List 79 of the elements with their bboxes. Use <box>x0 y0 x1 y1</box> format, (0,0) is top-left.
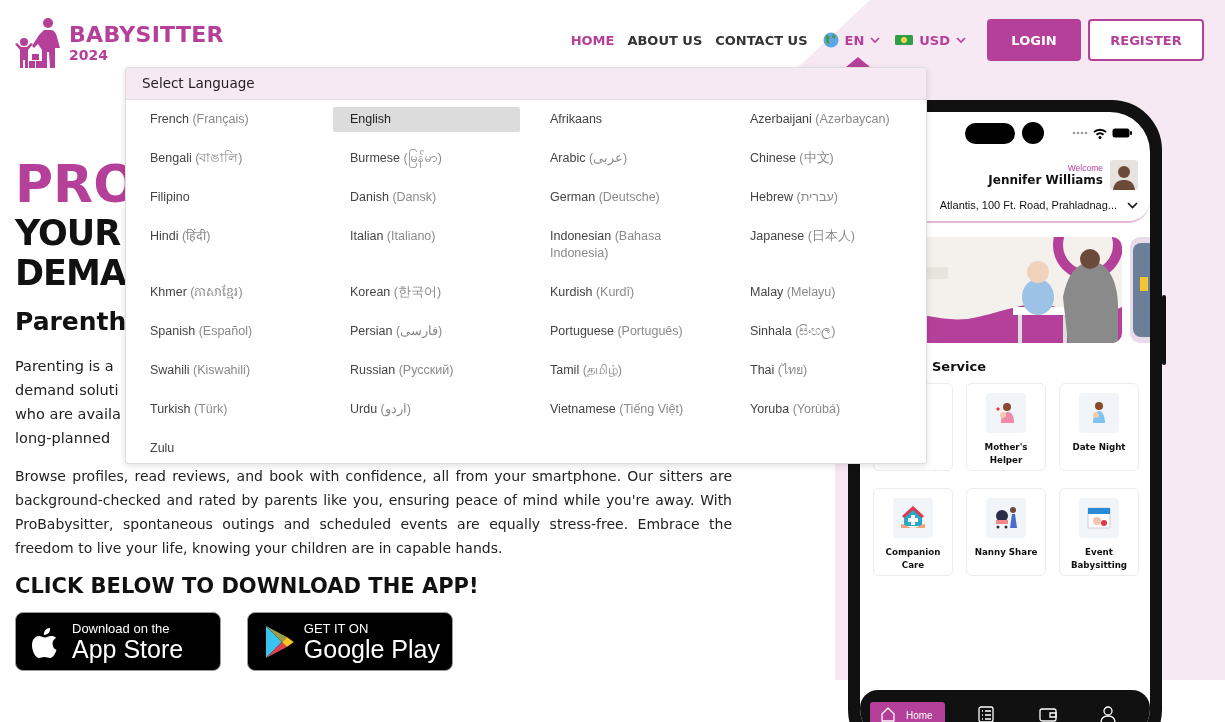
language-option[interactable]: Bengali (বাঙালি) <box>133 146 320 171</box>
nav-link[interactable]: HOME <box>570 32 615 48</box>
language-selector[interactable]: EN <box>822 32 881 48</box>
login-button[interactable]: LOGIN <box>987 19 1081 61</box>
battery-icon <box>1112 128 1132 138</box>
app-store-badge[interactable]: Download on the App Store <box>15 612 221 671</box>
service-card[interactable]: Nanny Share <box>966 488 1046 576</box>
intro-text: who are availa <box>15 405 121 424</box>
checklist-icon <box>978 706 996 722</box>
language-option[interactable]: French (Français) <box>133 107 320 132</box>
dynamic-island <box>965 122 1015 144</box>
home-icon <box>880 706 898 722</box>
download-heading: CLICK BELOW TO DOWNLOAD THE APP! <box>15 574 479 598</box>
currency-selector[interactable]: USD <box>895 32 966 48</box>
language-option[interactable]: Malay (Melayu) <box>733 280 920 305</box>
language-option[interactable]: Afrikaans <box>533 107 720 132</box>
language-option[interactable]: Japanese (日本人) <box>733 224 920 266</box>
intro-text: demand soluti <box>15 381 119 400</box>
language-option[interactable]: Sinhala (සිංහල) <box>733 319 920 344</box>
service-card[interactable]: Event Babysitting <box>1059 488 1139 576</box>
service-icon <box>994 506 1018 530</box>
chevron-down-icon <box>1127 201 1138 209</box>
nav-link[interactable]: CONTACT US <box>715 32 808 48</box>
register-button[interactable]: REGISTER <box>1088 19 1204 61</box>
language-option[interactable]: Hindi (हिंदी) <box>133 224 320 266</box>
nav-tab[interactable]: Home <box>870 702 945 722</box>
language-option[interactable]: Indonesian (Bahasa Indonesia) <box>533 224 720 266</box>
address-text: Atlantis, 100 Ft. Road, Prahladnag... <box>939 199 1117 211</box>
hero-subtitle: DEMA <box>15 253 126 293</box>
language-option[interactable]: Turkish (Türk) <box>133 397 320 422</box>
service-icon <box>1087 506 1111 530</box>
language-option[interactable]: Yoruba (Yorùbá) <box>733 397 920 422</box>
language-option[interactable]: Azerbaijani (Azərbaycan) <box>733 107 920 132</box>
family-logo-icon <box>15 17 63 68</box>
camera-lens <box>1022 122 1044 144</box>
hero-heading: Parenth <box>15 307 127 336</box>
language-option[interactable]: Zulu <box>133 436 320 461</box>
service-card[interactable]: Mother's Helper <box>966 383 1046 471</box>
language-option[interactable]: Khmer (ភាសាខ្មែរ) <box>133 280 320 305</box>
service-card[interactable]: Companion Care <box>873 488 953 576</box>
wallet-icon <box>1039 706 1057 722</box>
menu-header: Select Language <box>126 68 926 100</box>
language-option[interactable]: Tamil (தமிழ்) <box>533 358 720 383</box>
intro-text: long-planned <box>15 429 111 448</box>
language-option[interactable]: Portuguese (Português) <box>533 319 720 344</box>
service-card[interactable]: Date Night <box>1059 383 1139 471</box>
section-title: Service <box>932 359 988 374</box>
nav-link[interactable]: ABOUT US <box>627 32 703 48</box>
language-option[interactable]: Swahili (Kiswahili) <box>133 358 320 383</box>
language-option[interactable]: Spanish (Español) <box>133 319 320 344</box>
avatar-icon <box>1110 160 1138 190</box>
banknote-icon <box>895 34 914 46</box>
user-name: Jennifer Williams <box>988 173 1103 187</box>
logo-title: BABYSITTER <box>69 23 224 46</box>
language-option[interactable]: Burmese (မြန်မာ) <box>333 146 520 171</box>
chevron-down-icon <box>870 36 881 44</box>
language-option[interactable]: Russian (Русский) <box>333 358 520 383</box>
chevron-down-icon <box>956 36 966 44</box>
language-option[interactable]: Kurdish (Kurdî) <box>533 280 720 305</box>
intro-text: Parenting is a <box>15 357 114 376</box>
language-option[interactable]: Vietnamese (Tiếng Việt) <box>533 397 720 422</box>
language-option[interactable]: Danish (Dansk) <box>333 185 520 210</box>
language-option[interactable]: English <box>333 107 520 132</box>
google-play-badge[interactable]: GET IT ON Google Play <box>247 612 453 671</box>
service-icon <box>901 506 925 530</box>
language-option[interactable]: Chinese (中文) <box>733 146 920 171</box>
language-option[interactable]: German (Deutsche) <box>533 185 720 210</box>
language-option[interactable]: Thai (ไทย) <box>733 358 920 383</box>
person-icon <box>1100 706 1118 722</box>
language-option[interactable]: Italian (Italiano) <box>333 224 520 266</box>
body-paragraph: Browse profiles, read reviews, and book with confidence, all from your smartphone. Our sitters are background-checked and rated by parents like you, ensuring peace of mind while you're away. With ProBabysitter, spontaneous outings and scheduled events are equally stress-free. Embrace the freedom to live your life, knowing your children are in capable hands. <box>15 467 732 558</box>
hero-subtitle: YOUR <box>15 213 121 253</box>
signal-dots-icon <box>1072 131 1088 135</box>
wifi-icon <box>1093 127 1107 139</box>
language-option[interactable]: Filipino <box>133 185 320 210</box>
language-option[interactable]: Korean (한국어) <box>333 280 520 305</box>
globe-icon <box>822 32 839 48</box>
logo-year: 2024 <box>69 47 109 62</box>
welcome-label: Welcome <box>1067 163 1103 173</box>
